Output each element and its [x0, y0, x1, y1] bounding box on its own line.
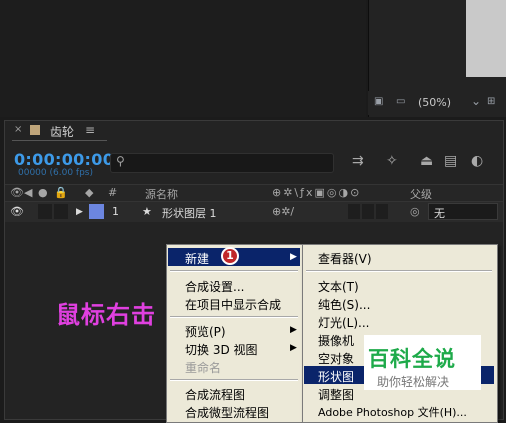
watermark-subtitle: 助你轻松解决 — [377, 375, 450, 389]
frame-rate: 00000 (6.00 fps) — [18, 168, 93, 178]
current-time[interactable]: 0:00:00:00 — [14, 150, 114, 169]
menu-separator — [170, 270, 298, 272]
submenu-item-shape-layer[interactable]: 形状图 — [318, 368, 354, 385]
panel-menu-icon[interactable]: ≡ — [85, 123, 95, 137]
solo-switch[interactable] — [38, 204, 52, 219]
column-parent[interactable]: 父级 — [410, 186, 432, 202]
switches-icons[interactable]: ⊕✲\ƒx▣◎◑⊙ — [272, 186, 361, 199]
switch-cell[interactable] — [376, 204, 388, 219]
submenu-item-viewer[interactable]: 查看器(V) — [318, 250, 372, 267]
submenu-arrow-icon: ▶ — [290, 252, 297, 262]
parent-value: 无 — [434, 207, 445, 220]
right-click-hint: 鼠标右击 — [56, 301, 156, 329]
menu-item-preview[interactable]: 预览(P) — [185, 323, 226, 340]
layer-name[interactable]: 形状图层 1 — [162, 205, 217, 221]
shy-layers-icon[interactable]: ⏏ — [420, 153, 433, 169]
submenu-arrow-icon: ▶ — [290, 325, 297, 335]
menu-item-switch-3d-view[interactable]: 切换 3D 视图 — [185, 341, 258, 358]
watermark-title: 百科全说 — [368, 347, 456, 371]
step-number-badge: 1 — [221, 247, 239, 265]
submenu-arrow-icon: ▶ — [290, 343, 297, 353]
menu-separator — [170, 316, 298, 318]
lock-icon[interactable]: 🔒 — [54, 186, 68, 199]
monitor-icon[interactable]: ▭ — [396, 96, 405, 107]
search-icon: ⚲ — [116, 154, 125, 168]
column-source-name[interactable]: 源名称 — [145, 186, 178, 202]
menu-separator — [306, 270, 492, 272]
layer-search-input[interactable] — [110, 153, 334, 173]
zoom-level[interactable]: (50%) — [418, 96, 451, 109]
label-icon[interactable]: ◆ — [85, 186, 93, 199]
menu-item-reveal-in-project[interactable]: 在项目中显示合成 — [185, 296, 281, 313]
snapshot-icon[interactable]: ▣ — [374, 96, 383, 107]
layer-switch-icons[interactable]: ⊕✲/ — [272, 205, 294, 218]
pickwhip-icon[interactable]: ◎ — [410, 205, 420, 218]
video-toggle-icon[interactable]: 👁 — [10, 186, 24, 199]
close-icon[interactable]: × — [14, 124, 22, 135]
menu-item-rename: 重命名 — [185, 361, 222, 375]
submenu-item-adjustment-layer[interactable]: 调整图 — [318, 386, 354, 403]
flowchart-icon[interactable]: ⇉ — [352, 153, 364, 169]
submenu-item-null-object[interactable]: 空对象 — [318, 350, 354, 367]
tab-underline — [12, 140, 107, 141]
menu-item-mini-flowchart[interactable]: 合成微型流程图 — [185, 404, 269, 421]
grid-icon[interactable]: ⊞ — [487, 96, 495, 107]
submenu-item-light[interactable]: 灯光(L)... — [318, 314, 370, 331]
menu-item-flowchart[interactable]: 合成流程图 — [185, 386, 245, 403]
submenu-item-solid[interactable]: 纯色(S)... — [318, 296, 370, 313]
shape-star-icon: ★ — [142, 205, 152, 218]
submenu-item-text[interactable]: 文本(T) — [318, 278, 359, 295]
submenu-item-photoshop-file[interactable]: Adobe Photoshop 文件(H)... — [318, 404, 467, 420]
layer-label-color[interactable] — [89, 204, 104, 219]
menu-separator — [170, 379, 298, 381]
expand-arrow-icon[interactable]: ▶ — [76, 207, 83, 217]
menu-item-new[interactable]: 新建 — [185, 250, 209, 267]
menu-item-comp-settings[interactable]: 合成设置... — [185, 278, 244, 295]
lock-switch[interactable] — [54, 204, 68, 219]
column-number[interactable]: # — [108, 186, 117, 199]
comp-color-swatch — [30, 125, 40, 135]
visibility-eye-icon[interactable]: 👁 — [10, 205, 24, 218]
motion-blur-icon[interactable]: ◐ — [471, 153, 483, 169]
project-pane — [0, 0, 366, 117]
solo-icon[interactable]: ● — [38, 186, 48, 199]
submenu-item-camera[interactable]: 摄像机 — [318, 332, 354, 349]
layer-index: 1 — [112, 205, 119, 218]
zoom-dropdown-icon[interactable]: ⌄ — [471, 94, 481, 108]
switch-cell[interactable] — [348, 204, 360, 219]
switch-cell[interactable] — [362, 204, 374, 219]
composition-canvas[interactable] — [466, 0, 506, 77]
tab-composition[interactable]: 齿轮 — [50, 123, 74, 140]
frame-blending-icon[interactable]: ▤ — [444, 153, 457, 169]
draft-3d-icon[interactable]: ✧ — [386, 153, 398, 169]
audio-toggle-icon[interactable]: ◀ — [24, 186, 32, 199]
